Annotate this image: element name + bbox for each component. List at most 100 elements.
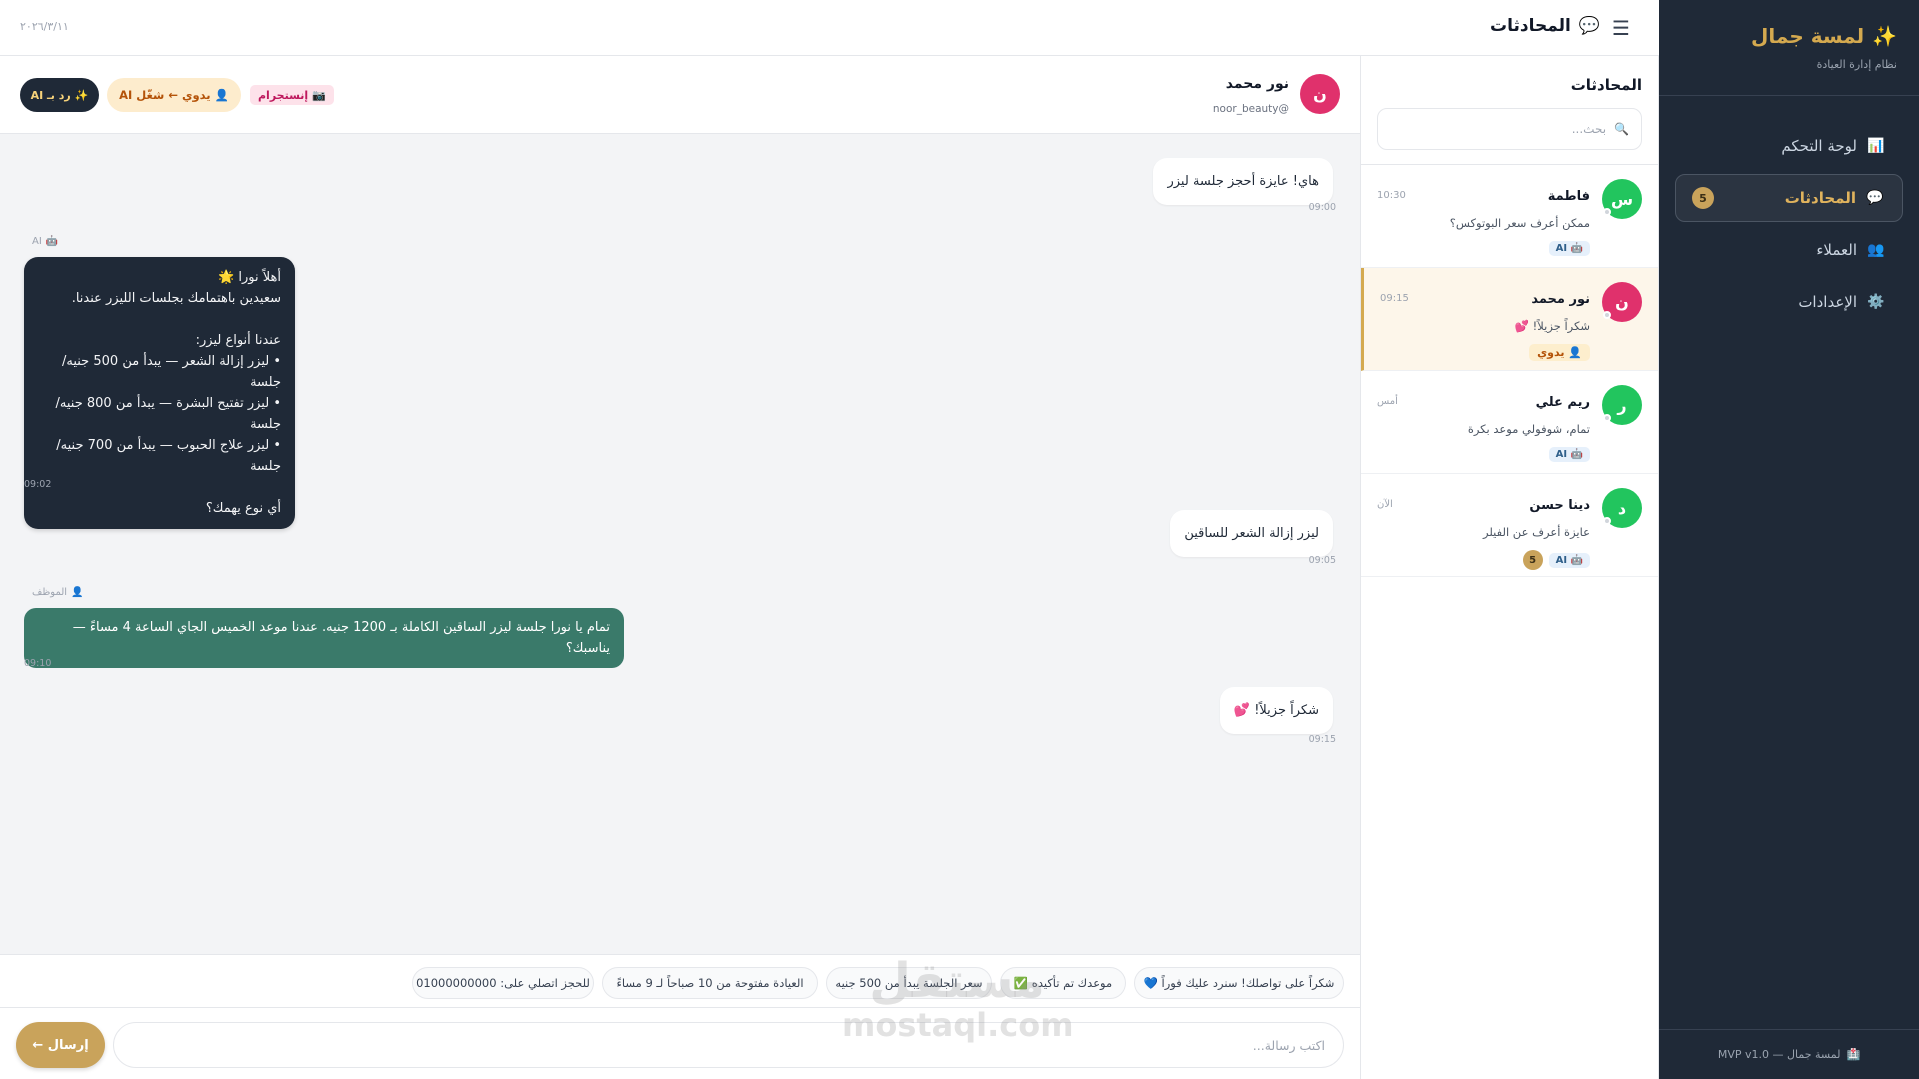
avatar-letter: ر xyxy=(1617,395,1627,415)
sparkle-icon: ✨ xyxy=(1872,24,1897,48)
brand-subtitle: نظام إدارة العيادة xyxy=(1816,58,1897,71)
sidebar-nav: 📊 لوحة التحكم 💬 المحادثات 5 👥 العملاء ⚙️… xyxy=(1659,122,1919,326)
conversation-list-title: المحادثات xyxy=(1570,76,1642,94)
quick-reply-chip[interactable]: للحجز اتصلي على: 01000000000 xyxy=(412,967,594,999)
conversation-preview: تمام، شوفولي موعد بكرة xyxy=(1467,422,1590,436)
status-dot xyxy=(1603,517,1611,525)
conversation-item[interactable]: س فاطمة 10:30 ممكن أعرف سعر البوتوكس؟ 🤖 … xyxy=(1361,165,1658,268)
divider xyxy=(1659,95,1919,96)
sidebar-item-label: العملاء xyxy=(1816,241,1857,259)
status-dot xyxy=(1603,311,1611,319)
conversation-preview: ممكن أعرف سعر البوتوكس؟ xyxy=(1449,216,1590,230)
incoming-message: شكراً جزيلاً! 💕 xyxy=(1219,687,1333,734)
hamburger-menu-icon[interactable]: ☰ xyxy=(1612,16,1630,40)
quick-reply-chip[interactable]: موعدك تم تأكيده ✅ xyxy=(1000,967,1126,999)
message-time: 09:15 xyxy=(1308,734,1336,745)
conversation-tags: 👤 يدوي xyxy=(1529,344,1590,361)
message-time: 09:10 xyxy=(24,658,52,669)
sidebar-item-label: المحادثات xyxy=(1784,189,1856,207)
conversation-time: أمس xyxy=(1377,396,1398,407)
incoming-message: ليزر إزالة الشعر للساقين xyxy=(1170,510,1333,557)
avatar: س xyxy=(1602,179,1642,219)
message-time: 09:02 xyxy=(24,479,52,490)
sidebar-item-label: الإعدادات xyxy=(1798,293,1857,311)
message-time: 09:00 xyxy=(1308,202,1336,213)
search-box[interactable]: 🔍 بحث... xyxy=(1377,108,1642,150)
message-thread: هاي! عايزة أحجز جلسة ليزر 09:00 🤖 AI أهلا… xyxy=(0,134,1360,954)
conversation-name: دينا حسن xyxy=(1529,498,1590,513)
conversation-time: 09:15 xyxy=(1380,293,1409,304)
search-input[interactable]: بحث... xyxy=(1572,122,1606,136)
ai-mode-badge: 🤖 AI xyxy=(1548,552,1590,568)
quick-reply-chip[interactable]: العيادة مفتوحة من 10 صباحاً لـ 9 مساءً xyxy=(602,967,818,999)
unread-badge: 5 xyxy=(1692,187,1714,209)
conversation-preview: شكراً جزيلاً! 💕 xyxy=(1514,319,1590,333)
avatar: ن xyxy=(1602,282,1642,322)
status-dot xyxy=(1603,414,1611,422)
message-input[interactable] xyxy=(113,1022,1344,1068)
ai-mode-badge: 🤖 AI xyxy=(1548,447,1590,462)
avatar: د xyxy=(1602,488,1642,528)
button-label: يدوي ← شغّل AI xyxy=(119,88,211,102)
conversation-time: 10:30 xyxy=(1377,190,1406,201)
gear-icon: ⚙️ xyxy=(1867,294,1885,310)
button-label: رد بـ AI xyxy=(30,88,71,102)
footer-text: لمسة جمال — MVP v1.0 xyxy=(1717,1048,1841,1061)
channel-label: إنستجرام xyxy=(258,88,309,102)
chat-header: ن نور محمد noor_beauty@ 📷 إنستجرام 👤 يدو… xyxy=(0,56,1360,134)
conversation-name: ريم علي xyxy=(1535,395,1590,410)
send-button[interactable]: إرسال ← xyxy=(16,1022,105,1068)
chat-icon: 💬 xyxy=(1578,16,1600,36)
ai-message: أهلاً نورا 🌟 سعيدين باهتمامك بجلسات اللي… xyxy=(24,257,295,529)
conversation-item-active[interactable]: ن نور محمد 09:15 شكراً جزيلاً! 💕 👤 يدوي xyxy=(1361,268,1658,371)
staff-message: تمام يا نورا جلسة ليزر الساقين الكاملة ب… xyxy=(24,608,624,668)
contact-name: نور محمد xyxy=(1225,76,1289,92)
message-composer: إرسال ← xyxy=(0,1008,1360,1079)
conversation-preview: عايزة أعرف عن الفيلر xyxy=(1483,525,1590,539)
search-icon: 🔍 xyxy=(1614,122,1629,136)
brand-name: لمسة جمال xyxy=(1751,24,1865,48)
conversation-list: المحادثات 🔍 بحث... س فاطمة 10:30 ممكن أع… xyxy=(1360,56,1659,1079)
page-title: 💬 المحادثات xyxy=(1460,16,1600,36)
incoming-message: هاي! عايزة أحجز جلسة ليزر xyxy=(1153,158,1333,205)
sidebar-footer: 🏥 لمسة جمال — MVP v1.0 xyxy=(1659,1029,1919,1079)
conversation-item[interactable]: د دينا حسن الآن عايزة أعرف عن الفيلر 🤖 A… xyxy=(1361,474,1658,577)
camera-icon: 📷 xyxy=(312,88,326,102)
person-icon: 👤 xyxy=(214,88,229,102)
avatar-letter: د xyxy=(1617,498,1627,518)
top-bar: ☰ 💬 المحادثات ٢٠٢٦/٣/١١ xyxy=(0,0,1659,56)
sidebar-item-clients[interactable]: 👥 العملاء xyxy=(1675,226,1903,274)
conversation-name: نور محمد xyxy=(1531,292,1590,307)
contact-avatar: ن xyxy=(1300,74,1340,114)
message-sender: 👤 الموظف xyxy=(32,587,84,598)
conversation-time: الآن xyxy=(1377,499,1393,510)
chat-icon: 💬 xyxy=(1866,190,1884,206)
contact-handle: noor_beauty@ xyxy=(1212,103,1289,115)
manual-mode-badge: 👤 يدوي xyxy=(1529,344,1590,361)
status-dot xyxy=(1603,208,1611,216)
ai-mode-badge: 🤖 AI xyxy=(1548,241,1590,256)
sidebar-item-label: لوحة التحكم xyxy=(1781,137,1857,155)
app-sidebar: ✨ لمسة جمال نظام إدارة العيادة 📊 لوحة ال… xyxy=(1659,0,1919,1079)
sidebar-item-conversations[interactable]: 💬 المحادثات 5 xyxy=(1675,174,1903,222)
dashboard-icon: 📊 xyxy=(1867,138,1885,154)
avatar-letter: ن xyxy=(1615,292,1629,312)
users-icon: 👥 xyxy=(1867,242,1885,258)
page-title-text: المحادثات xyxy=(1490,16,1571,36)
quick-reply-chip[interactable]: شكراً على تواصلك! سنرد عليك فوراً 💙 xyxy=(1134,967,1344,999)
channel-badge: 📷 إنستجرام xyxy=(250,85,334,105)
enable-ai-button[interactable]: 👤 يدوي ← شغّل AI xyxy=(107,78,241,112)
sidebar-item-settings[interactable]: ⚙️ الإعدادات xyxy=(1675,278,1903,326)
sidebar-item-dashboard[interactable]: 📊 لوحة التحكم xyxy=(1675,122,1903,170)
unread-count-badge: 5 xyxy=(1522,550,1543,570)
brand-title[interactable]: ✨ لمسة جمال xyxy=(1681,24,1897,48)
robot-icon: 🤖 xyxy=(45,236,59,247)
conversation-name: فاطمة xyxy=(1547,189,1590,204)
quick-reply-chip[interactable]: سعر الجلسة يبدأ من 500 جنيه xyxy=(826,967,992,999)
message-sender: 🤖 AI xyxy=(32,236,59,247)
reply-with-ai-button[interactable]: ✨ رد بـ AI xyxy=(20,78,99,112)
conversation-tags: 🤖 AI xyxy=(1548,447,1590,462)
conversation-item[interactable]: ر ريم علي أمس تمام، شوفولي موعد بكرة 🤖 A… xyxy=(1361,371,1658,474)
current-date: ٢٠٢٦/٣/١١ xyxy=(20,20,69,33)
avatar-letter: س xyxy=(1610,189,1634,209)
